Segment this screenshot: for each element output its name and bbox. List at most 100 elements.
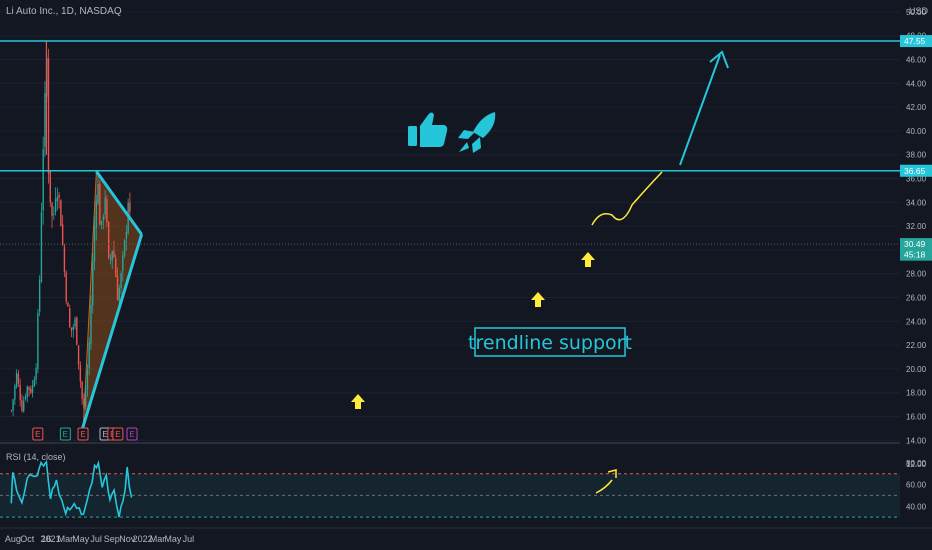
candle-body <box>83 398 85 409</box>
candle-body <box>109 258 112 260</box>
price-tick-label: 20.00 <box>906 365 927 374</box>
candle-body <box>70 327 73 331</box>
candle-body <box>69 308 71 328</box>
candle-body <box>81 381 83 399</box>
price-tick-label: 14.00 <box>906 436 927 445</box>
price-marker-label: 30.49 <box>904 239 926 249</box>
price-tick-label: 46.00 <box>906 56 927 65</box>
candle-body <box>58 194 60 198</box>
price-marker-label: 47.55 <box>904 36 926 46</box>
earnings-marker-label: E <box>115 430 120 439</box>
candle-body <box>95 201 97 228</box>
price-tick-label: 28.00 <box>906 270 927 279</box>
candle-body <box>38 279 41 312</box>
candle-body <box>21 400 23 412</box>
time-axis[interactable]: Aug Oct 162021Mar May Jul Sep Nov2022Mar May Jul <box>5 534 194 544</box>
candle-body <box>88 342 90 369</box>
price-marker-label: 36.65 <box>904 166 926 176</box>
price-tick-label: 32.00 <box>906 222 927 231</box>
candle-body <box>37 313 39 370</box>
candle-body <box>120 273 122 288</box>
price-marker-label: 45:18 <box>904 250 926 260</box>
candle-body <box>54 199 57 212</box>
candle-body <box>53 213 55 215</box>
price-tick-label: 42.00 <box>906 103 927 112</box>
candle-body <box>63 246 66 272</box>
candle-body <box>76 317 78 345</box>
candle-body <box>40 212 43 282</box>
price-tick-label: 34.00 <box>906 198 927 207</box>
candle-body <box>19 384 21 401</box>
candle-body <box>104 197 106 215</box>
price-tick-label: 22.00 <box>906 341 927 350</box>
candle-body <box>100 220 103 225</box>
candle-body <box>65 272 67 302</box>
candle-body <box>72 326 74 330</box>
candle-body <box>74 318 76 327</box>
candle-body <box>47 58 50 174</box>
time-tick-label: Jul <box>90 534 102 544</box>
rsi-tick-label: 80.00 <box>906 459 927 468</box>
candle-body <box>24 396 27 400</box>
earnings-marker-label: E <box>80 430 85 439</box>
price-tick-label: 16.00 <box>906 413 927 422</box>
chart-background <box>0 0 932 550</box>
time-tick-label: May <box>164 534 182 544</box>
price-tick-label: 18.00 <box>906 389 927 398</box>
price-tick-label: 24.00 <box>906 317 927 326</box>
time-tick-label: Mar <box>58 534 74 544</box>
time-tick-label: Jul <box>183 534 195 544</box>
candle-body <box>60 200 62 227</box>
candle-body <box>107 221 110 258</box>
time-tick-label: May <box>72 534 90 544</box>
candle-body <box>86 370 89 390</box>
candle-body <box>15 372 18 387</box>
candle-body <box>129 202 131 212</box>
candle-body <box>17 373 20 384</box>
time-tick-label: Mar <box>150 534 166 544</box>
candle-body <box>97 184 99 204</box>
candle-body <box>14 385 16 400</box>
candle-body <box>67 303 69 307</box>
rsi-tick-label: 40.00 <box>906 502 927 511</box>
candle-body <box>113 250 115 258</box>
currency-label: USD <box>909 6 929 16</box>
price-chart[interactable]: trendline support EEEEEEE 12.0014.0016.0… <box>0 0 932 550</box>
candle-body <box>93 226 96 262</box>
symbol-info: Li Auto Inc., 1D, NASDAQ <box>6 6 122 17</box>
candle-body <box>12 399 14 411</box>
earnings-marker-label: E <box>35 430 40 439</box>
rsi-title: RSI (14, close) <box>6 452 66 462</box>
candle-body <box>92 261 94 306</box>
candle-body <box>84 390 87 407</box>
candle-body <box>123 239 126 256</box>
earnings-marker-label: E <box>129 430 134 439</box>
candle-body <box>125 232 128 239</box>
rsi-tick-label: 60.00 <box>906 481 927 490</box>
candle-body <box>23 400 25 412</box>
candle-body <box>122 255 124 272</box>
candle-body <box>79 365 82 382</box>
candle-body <box>99 183 101 225</box>
candle-body <box>44 93 46 147</box>
candle-body <box>42 149 44 211</box>
candle-body <box>102 216 105 220</box>
candle-body <box>33 379 36 387</box>
candle-body <box>116 275 119 301</box>
earnings-marker-label: E <box>102 430 107 439</box>
candle-body <box>56 196 59 202</box>
candle-body <box>26 386 28 398</box>
candle-body <box>90 304 92 345</box>
candle-body <box>30 388 32 393</box>
candle-body <box>28 386 30 391</box>
earnings-marker-label: E <box>63 430 68 439</box>
candle-body <box>118 287 120 302</box>
candle-body <box>115 258 117 277</box>
candle-body <box>61 224 64 245</box>
candle-body <box>10 410 13 412</box>
candle-body <box>31 385 34 393</box>
trendline-label: trendline support <box>468 332 632 354</box>
price-tick-label: 44.00 <box>906 79 927 88</box>
time-tick-label: Sep <box>104 534 120 544</box>
candle-body <box>35 368 37 380</box>
